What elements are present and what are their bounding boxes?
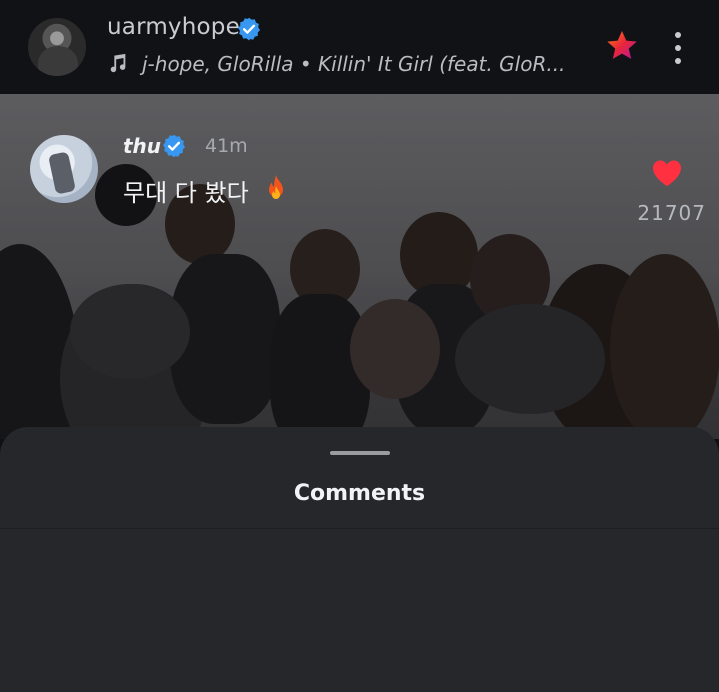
more-options-icon[interactable] xyxy=(668,28,688,68)
commenter-avatar[interactable] xyxy=(30,135,98,203)
verified-badge-icon xyxy=(163,134,186,158)
music-note-icon xyxy=(110,53,126,73)
comment-time: 41m xyxy=(205,135,248,157)
fire-emoji-icon xyxy=(269,175,283,199)
comments-sheet: Comments xyxy=(0,427,719,692)
heart-icon[interactable] xyxy=(651,158,683,188)
comment-text: 무대 다 봤다 xyxy=(123,179,249,207)
divider xyxy=(0,528,719,529)
profile-avatar[interactable] xyxy=(28,18,86,76)
star-icon[interactable] xyxy=(604,28,640,64)
verified-badge-icon xyxy=(238,17,261,41)
track-info[interactable]: j-hope, GloRilla • Killin' It Girl (feat… xyxy=(142,52,565,76)
like-count: 21707 xyxy=(637,201,706,225)
post-header: uarmyhope j-hope, GloRilla • Killin' It … xyxy=(0,0,719,94)
sheet-title: Comments xyxy=(293,481,426,506)
drag-handle[interactable] xyxy=(330,451,390,455)
photo-overlay xyxy=(0,94,719,439)
post-image xyxy=(0,94,719,439)
username[interactable]: uarmyhope xyxy=(107,14,240,40)
commenter-username[interactable]: thu xyxy=(123,134,161,158)
